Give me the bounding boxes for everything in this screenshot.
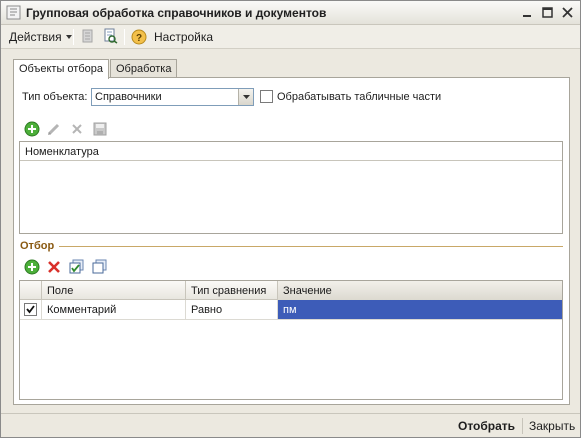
select-button[interactable]: Отобрать	[458, 419, 515, 433]
checkmark-icon	[26, 305, 35, 314]
toolbar-separator	[73, 29, 74, 45]
column-header: Значение	[283, 285, 332, 297]
chevron-down-icon	[243, 95, 250, 99]
filter-section-divider	[59, 246, 563, 247]
object-type-value: Справочники	[95, 91, 162, 103]
document-find-icon[interactable]	[102, 28, 118, 44]
main-window: Групповая обработка справочников и докум…	[0, 0, 581, 438]
check-all-icon[interactable]	[69, 259, 85, 275]
header-comparison[interactable]: Тип сравнения	[186, 281, 278, 300]
delete-filter-icon[interactable]	[46, 259, 62, 275]
minimize-icon[interactable]	[519, 4, 536, 21]
add-filter-icon[interactable]	[24, 259, 40, 275]
field-cell[interactable]: Комментарий	[42, 300, 186, 319]
app-icon	[6, 5, 21, 20]
table-row[interactable]: Комментарий Равно пм	[20, 300, 562, 320]
header-value[interactable]: Значение	[278, 281, 562, 300]
actions-menu-button[interactable]: Действия	[9, 28, 73, 46]
object-type-label: Тип объекта:	[22, 91, 88, 103]
object-type-select[interactable]: Справочники	[91, 88, 254, 106]
process-tables-label: Обрабатывать табличные части	[277, 91, 442, 103]
process-tables-checkbox[interactable]	[260, 90, 273, 103]
help-icon: ?	[131, 29, 147, 45]
combo-dropdown-button[interactable]	[238, 89, 253, 105]
tab-processing[interactable]: Обработка	[110, 59, 178, 78]
window-title: Групповая обработка справочников и докум…	[26, 6, 327, 20]
header-field[interactable]: Поле	[42, 281, 186, 300]
document-gray-icon[interactable]	[80, 28, 96, 44]
filter-table[interactable]: Поле Тип сравнения Значение Комментарий …	[19, 280, 563, 400]
objects-list-header: Номенклатура	[20, 142, 562, 161]
header-check-cell	[20, 281, 42, 300]
bottom-bar: Отобрать Закрыть	[1, 413, 580, 437]
value-text: пм	[283, 304, 297, 316]
filter-section-title: Отбор	[20, 240, 55, 252]
comparison-value: Равно	[191, 304, 223, 316]
maximize-icon[interactable]	[539, 4, 556, 21]
bottom-separator	[522, 418, 523, 434]
close-icon[interactable]	[559, 4, 576, 21]
actions-label: Действия	[9, 30, 62, 44]
toolbar: Действия ? Настройка	[1, 25, 580, 49]
tab-selection-objects[interactable]: Объекты отбора	[13, 59, 109, 79]
settings-label: Настройка	[154, 30, 214, 44]
value-cell[interactable]: пм	[278, 300, 562, 319]
row-checkbox[interactable]	[24, 303, 37, 316]
edit-icon[interactable]	[46, 121, 62, 137]
column-header: Поле	[47, 285, 74, 297]
add-icon[interactable]	[24, 121, 40, 137]
title-bar[interactable]: Групповая обработка справочников и докум…	[1, 1, 580, 25]
uncheck-all-icon[interactable]	[92, 259, 108, 275]
field-value: Комментарий	[47, 304, 117, 316]
chevron-down-icon	[65, 35, 72, 39]
row-check-cell[interactable]	[20, 300, 42, 319]
delete-icon[interactable]	[69, 121, 85, 137]
comparison-cell[interactable]: Равно	[186, 300, 278, 319]
close-button[interactable]: Закрыть	[529, 419, 575, 433]
column-header: Тип сравнения	[191, 285, 267, 297]
tab-label: Объекты отбора	[19, 63, 103, 75]
save-icon[interactable]	[92, 121, 108, 137]
objects-list-header-label: Номенклатура	[25, 146, 99, 158]
tab-label: Обработка	[116, 63, 172, 75]
filter-table-header: Поле Тип сравнения Значение	[20, 281, 562, 300]
objects-list[interactable]: Номенклатура	[19, 141, 563, 234]
svg-text:?: ?	[136, 33, 142, 44]
toolbar-separator	[124, 29, 125, 45]
settings-button[interactable]: ? Настройка	[131, 28, 213, 46]
